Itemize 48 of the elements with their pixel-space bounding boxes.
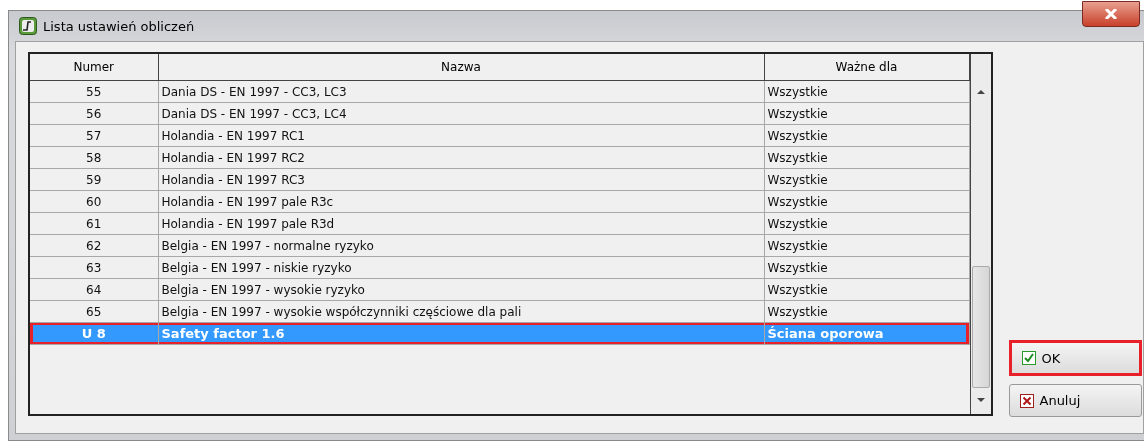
table-cell: U 8 <box>30 322 158 345</box>
column-header[interactable]: Numer <box>30 54 158 81</box>
table-cell: 56 <box>30 102 158 125</box>
column-header[interactable]: Ważne dla <box>764 54 969 81</box>
table-cell: Holandia - EN 1997 pale R3c <box>158 190 764 213</box>
table-cell: Wszystkie <box>764 234 969 257</box>
table-cell: Wszystkie <box>764 168 969 191</box>
table-cell: Wszystkie <box>764 146 969 169</box>
table-cell: 57 <box>30 124 158 147</box>
table-cell: 64 <box>30 278 158 301</box>
table-cell: Safety factor 1.6 <box>158 322 764 345</box>
table-cell: Wszystkie <box>764 278 969 301</box>
column-header[interactable]: Nazwa <box>158 54 764 81</box>
table-cell: Dania DS - EN 1997 - CC3, LC4 <box>158 102 764 125</box>
table-cell: 62 <box>30 234 158 257</box>
table-cell: Belgia - EN 1997 - normalne ryzyko <box>158 234 764 257</box>
table-cell: Holandia - EN 1997 RC1 <box>158 124 764 147</box>
close-icon <box>1019 393 1034 408</box>
table-cell: 59 <box>30 168 158 191</box>
cancel-button[interactable]: Anuluj <box>1008 384 1142 417</box>
ok-button[interactable]: OK <box>1008 340 1142 376</box>
table-cell: Wszystkie <box>764 102 969 125</box>
table-cell: Wszystkie <box>764 300 969 323</box>
table-cell: 60 <box>30 190 158 213</box>
table-cell: Holandia - EN 1997 pale R3d <box>158 212 764 235</box>
table-cell: Wszystkie <box>764 124 969 147</box>
table-cell: Dania DS - EN 1997 - CC3, LC3 <box>158 80 764 103</box>
table-cell: Ściana oporowa <box>764 322 969 345</box>
table-cell: Wszystkie <box>764 190 969 213</box>
table-cell: 55 <box>30 80 158 103</box>
table-cell: Holandia - EN 1997 RC2 <box>158 146 764 169</box>
table-cell: 65 <box>30 300 158 323</box>
table-cell: Belgia - EN 1997 - wysokie współczynniki częściowe dla pali <box>158 300 764 323</box>
table-cell: Wszystkie <box>764 256 969 279</box>
table-cell: Wszystkie <box>764 80 969 103</box>
app-icon <box>19 17 37 35</box>
window-title: Lista ustawień obliczeń <box>43 18 195 34</box>
close-button[interactable] <box>1082 1 1140 27</box>
table-cell: Belgia - EN 1997 - wysokie ryzyko <box>158 278 764 301</box>
table-cell: 63 <box>30 256 158 279</box>
table-cell: Holandia - EN 1997 RC3 <box>158 168 764 191</box>
table-cell: 61 <box>30 212 158 235</box>
table-cell: Wszystkie <box>764 212 969 235</box>
close-icon <box>1104 9 1118 19</box>
check-icon <box>1021 351 1036 365</box>
table-cell: 58 <box>30 146 158 169</box>
table-cell: Belgia - EN 1997 - niskie ryzyko <box>158 256 764 279</box>
scrollbar[interactable] <box>969 54 991 414</box>
